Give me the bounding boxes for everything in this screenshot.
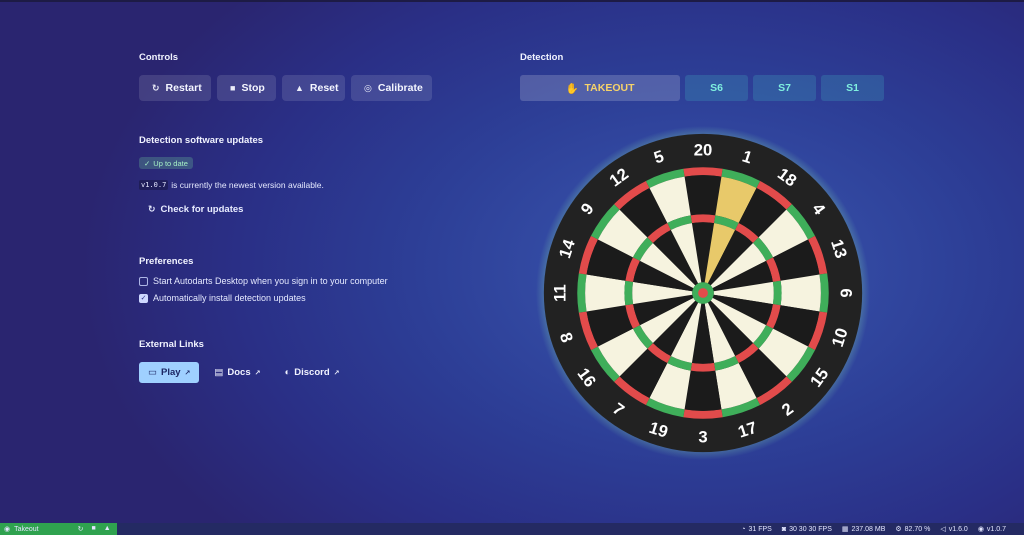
external-link-icon: ↗ <box>333 369 340 377</box>
single-outer-6 <box>780 274 821 312</box>
board-number-20: 20 <box>694 140 713 159</box>
cpu-icon: ⚙ <box>895 526 902 533</box>
refresh-icon: ↻ <box>148 204 156 214</box>
autostart-checkbox[interactable] <box>139 276 148 286</box>
throw-1[interactable]: S6 <box>685 75 748 101</box>
stop-icon[interactable]: ■ <box>92 525 96 533</box>
triple-11 <box>624 280 634 306</box>
reset-button[interactable]: ▲ Reset <box>282 75 345 101</box>
status-mode: ◉ Takeout ↻ ■ ▲ <box>0 523 117 535</box>
board-number-3: 3 <box>698 427 707 446</box>
version-line: v1.0.7 is currently the newest version a… <box>139 180 324 190</box>
cpu-value: 82.70 % <box>904 525 931 533</box>
external-link-icon: ↗ <box>184 369 191 377</box>
takeout-label: TAKEOUT <box>584 82 635 94</box>
discord-icon: ◐ <box>284 367 291 378</box>
top-border <box>0 0 1024 2</box>
board-number-11: 11 <box>550 284 569 302</box>
restart-icon[interactable]: ↻ <box>78 525 84 533</box>
single-outer-11 <box>585 274 626 312</box>
status-badge-label: Up to date <box>153 158 188 168</box>
preferences-heading: Preferences <box>139 256 194 267</box>
gamepad-icon: ▭ <box>148 367 157 378</box>
restart-icon: ↻ <box>152 82 160 93</box>
document-icon: ▤ <box>214 367 224 378</box>
calibrate-label: Calibrate <box>377 82 423 94</box>
eject-icon: ▲ <box>295 83 304 93</box>
triple-3 <box>690 362 716 372</box>
camera-value: 30 30 30 FPS <box>789 525 832 533</box>
detect-version-value: v1.0.7 <box>986 525 1006 533</box>
memory-icon: ▦ <box>841 526 849 533</box>
controls-heading: Controls <box>139 52 179 63</box>
status-bar: ◉ Takeout ↻ ■ ▲ ◔ 31 FPS ◙ 30 30 30 FPS ▦ 2… <box>0 523 1024 535</box>
restart-label: Restart <box>165 82 202 94</box>
autoupdate-checkbox[interactable]: ✓ <box>139 293 148 303</box>
app-version-value: v1.6.0 <box>948 525 968 533</box>
pref-autostart[interactable]: Start Autodarts Desktop when you sign in… <box>139 276 388 286</box>
status-mode-label: Takeout <box>14 525 39 533</box>
eject-icon[interactable]: ▲ <box>104 525 111 533</box>
external-link-icon: ↗ <box>254 369 261 377</box>
fps-metric: ◔ 31 FPS <box>741 526 772 533</box>
throw-3[interactable]: S1 <box>821 75 884 101</box>
hand-icon: ✋ <box>565 82 579 95</box>
reset-label: Reset <box>309 82 339 94</box>
version-text: is currently the newest version availabl… <box>171 180 324 190</box>
calibrate-button[interactable]: ◎ Calibrate <box>351 75 432 101</box>
target-icon: ◎ <box>364 82 372 93</box>
bullseye <box>698 288 708 298</box>
stop-icon: ■ <box>230 83 236 93</box>
pref-autoupdate[interactable]: ✓ Automatically install detection update… <box>139 293 306 303</box>
dartboard: 20 11841361015217319716811149125 <box>536 126 870 460</box>
gauge-icon: ◔ <box>741 525 746 533</box>
takeout-button[interactable]: ✋ TAKEOUT <box>520 75 680 101</box>
status-metrics: ◔ 31 FPS ◙ 30 30 30 FPS ▦ 237.08 MB ⚙ 82.70 … <box>741 523 1006 535</box>
board-number-6: 6 <box>837 288 856 297</box>
single-outer-20 <box>684 175 722 216</box>
check-updates-label: Check for updates <box>160 204 244 215</box>
discord-label: Discord <box>294 367 330 378</box>
memory-metric: ▦ 237.08 MB <box>841 525 886 534</box>
memory-value: 237.08 MB <box>851 525 886 533</box>
triple-6 <box>772 280 782 306</box>
eye-icon: ◉ <box>4 526 11 533</box>
links-heading: External Links <box>139 339 204 350</box>
detection-heading: Detection <box>520 52 564 63</box>
stop-label: Stop <box>241 82 265 94</box>
stop-button[interactable]: ■ Stop <box>217 75 276 101</box>
throw-2[interactable]: S7 <box>753 75 816 101</box>
play-link[interactable]: ▭ Play ↗ <box>139 362 200 383</box>
app-icon: ◁ <box>940 526 946 533</box>
single-outer-3 <box>684 370 722 411</box>
detection-row: ✋ TAKEOUT S6 S7 S1 <box>520 75 884 101</box>
restart-button[interactable]: ↻ Restart <box>139 75 211 101</box>
check-updates-button[interactable]: ↻ Check for updates <box>148 204 243 215</box>
discord-link[interactable]: ◐ Discord ↗ <box>276 362 349 383</box>
camera-metric: ◙ 30 30 30 FPS <box>782 526 832 533</box>
check-icon: ✓ <box>144 158 151 168</box>
triple-20 <box>690 214 716 224</box>
updates-heading: Detection software updates <box>139 135 264 146</box>
autoupdate-label: Automatically install detection updates <box>153 293 306 303</box>
eye-icon: ◉ <box>977 526 984 533</box>
version-code: v1.0.7 <box>139 180 169 190</box>
status-badge: ✓ Up to date <box>139 157 193 169</box>
links-row: ▭ Play ↗ ▤ Docs ↗ ◐ Discord ↗ <box>139 362 349 383</box>
play-label: Play <box>160 367 181 378</box>
controls-button-row: ↻ Restart ■ Stop ▲ Reset ◎ Calibrate <box>139 75 432 101</box>
app-version: ◁ v1.6.0 <box>940 525 968 534</box>
fps-value: 31 FPS <box>748 525 772 533</box>
docs-label: Docs <box>227 367 251 378</box>
detect-version: ◉ v1.0.7 <box>977 525 1006 534</box>
status-controls: ↻ ■ ▲ <box>78 525 111 533</box>
autostart-label: Start Autodarts Desktop when you sign in… <box>153 276 388 286</box>
cpu-metric: ⚙ 82.70 % <box>895 525 931 534</box>
camera-icon: ◙ <box>781 525 787 533</box>
docs-link[interactable]: ▤ Docs ↗ <box>205 362 269 383</box>
